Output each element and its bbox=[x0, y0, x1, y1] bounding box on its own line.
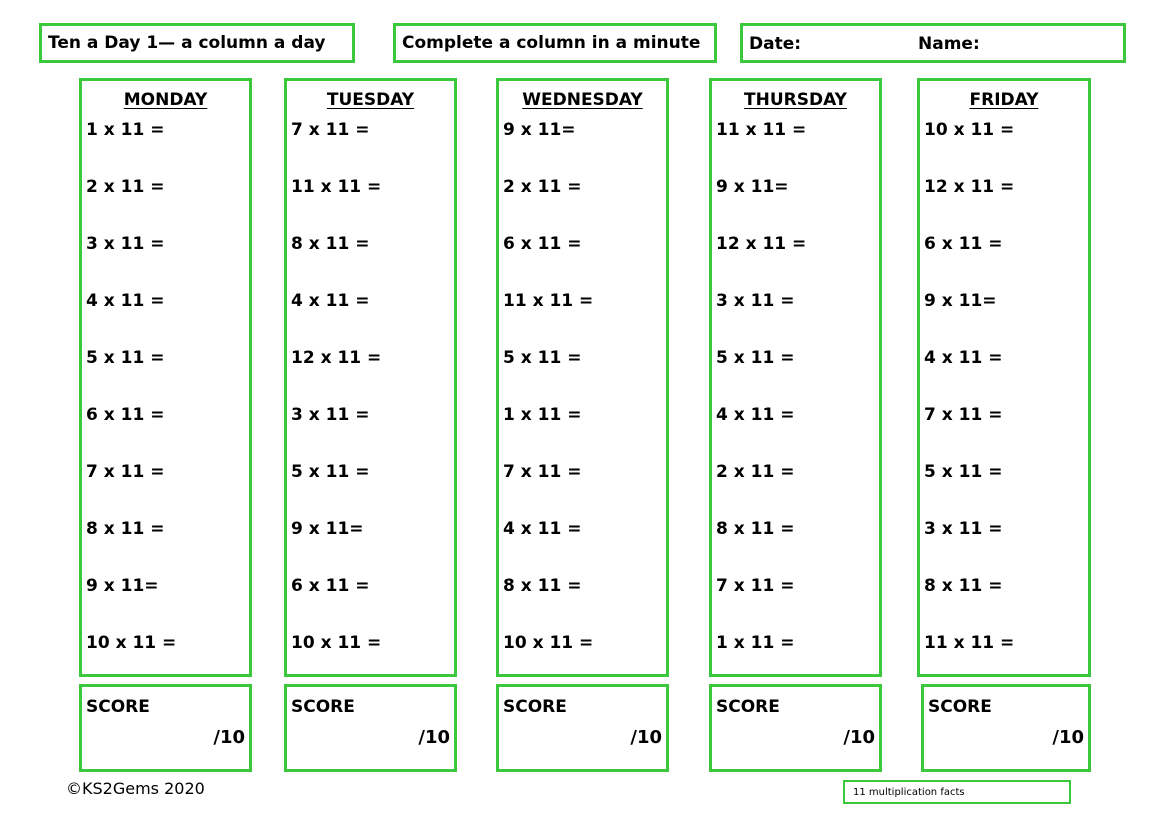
score-label: SCORE bbox=[503, 697, 567, 717]
score-out-of: /10 bbox=[630, 727, 662, 748]
question: 1 x 11 = bbox=[503, 405, 582, 425]
question: 5 x 11 = bbox=[503, 348, 582, 368]
question: 3 x 11 = bbox=[924, 519, 1003, 539]
day-heading-box: TUESDAY bbox=[287, 90, 454, 110]
question: 6 x 11 = bbox=[503, 234, 582, 254]
day-heading-box: FRIDAY bbox=[920, 90, 1088, 110]
question: 8 x 11 = bbox=[924, 576, 1003, 596]
copyright: ©KS2Gems 2020 bbox=[66, 779, 205, 798]
question: 2 x 11 = bbox=[86, 177, 165, 197]
date-label: Date: bbox=[749, 34, 802, 54]
question: 7 x 11 = bbox=[291, 120, 370, 140]
question: 11 x 11 = bbox=[503, 291, 594, 311]
question: 8 x 11 = bbox=[86, 519, 165, 539]
question: 3 x 11 = bbox=[291, 405, 370, 425]
question: 12 x 11 = bbox=[924, 177, 1015, 197]
score-box-friday: SCORE/10 bbox=[921, 684, 1091, 772]
column-monday: MONDAY 1 x 11 = 2 x 11 = 3 x 11 = 4 x 11 = 5 … bbox=[79, 78, 252, 677]
question: 9 x 11= bbox=[503, 120, 576, 140]
question: 11 x 11 = bbox=[924, 633, 1015, 653]
question: 12 x 11 = bbox=[716, 234, 807, 254]
question: 4 x 11 = bbox=[86, 291, 165, 311]
score-box-monday: SCORE/10 bbox=[79, 684, 252, 772]
score-out-of: /10 bbox=[843, 727, 875, 748]
question: 6 x 11 = bbox=[924, 234, 1003, 254]
score-label: SCORE bbox=[928, 697, 992, 717]
question: 3 x 11 = bbox=[716, 291, 795, 311]
score-label: SCORE bbox=[716, 697, 780, 717]
question: 9 x 11= bbox=[716, 177, 789, 197]
topic-label: 11 multiplication facts bbox=[853, 786, 965, 798]
question: 2 x 11 = bbox=[716, 462, 795, 482]
score-box-wednesday: SCORE/10 bbox=[496, 684, 669, 772]
day-heading-box: THURSDAY bbox=[712, 90, 879, 110]
question: 4 x 11 = bbox=[503, 519, 582, 539]
worksheet-title: Ten a Day 1— a column a day bbox=[48, 32, 326, 53]
instruction-text: Complete a column in a minute bbox=[402, 32, 701, 53]
question: 8 x 11 = bbox=[503, 576, 582, 596]
question: 12 x 11 = bbox=[291, 348, 382, 368]
question: 11 x 11 = bbox=[291, 177, 382, 197]
column-thursday: THURSDAY 11 x 11 = 9 x 11= 12 x 11 = 3 x 11 … bbox=[709, 78, 882, 677]
date-name-box: Date: Name: bbox=[740, 23, 1126, 63]
question: 5 x 11 = bbox=[291, 462, 370, 482]
day-heading: MONDAY bbox=[123, 90, 208, 110]
question: 4 x 11 = bbox=[716, 405, 795, 425]
question: 8 x 11 = bbox=[716, 519, 795, 539]
question: 7 x 11 = bbox=[924, 405, 1003, 425]
day-heading-box: MONDAY bbox=[82, 90, 249, 110]
score-label: SCORE bbox=[291, 697, 355, 717]
score-out-of: /10 bbox=[213, 727, 245, 748]
score-out-of: /10 bbox=[1052, 727, 1084, 748]
question: 1 x 11 = bbox=[716, 633, 795, 653]
score-box-thursday: SCORE/10 bbox=[709, 684, 882, 772]
day-heading: TUESDAY bbox=[326, 90, 415, 110]
question: 1 x 11 = bbox=[86, 120, 165, 140]
question: 7 x 11 = bbox=[716, 576, 795, 596]
question: 9 x 11= bbox=[291, 519, 364, 539]
question: 10 x 11 = bbox=[86, 633, 177, 653]
question: 10 x 11 = bbox=[291, 633, 382, 653]
day-heading: FRIDAY bbox=[969, 90, 1039, 110]
question: 5 x 11 = bbox=[716, 348, 795, 368]
question: 2 x 11 = bbox=[503, 177, 582, 197]
question: 10 x 11 = bbox=[503, 633, 594, 653]
question: 9 x 11= bbox=[924, 291, 997, 311]
question: 5 x 11 = bbox=[924, 462, 1003, 482]
instruction-box: Complete a column in a minute bbox=[393, 23, 717, 63]
question: 8 x 11 = bbox=[291, 234, 370, 254]
score-box-tuesday: SCORE/10 bbox=[284, 684, 457, 772]
question: 6 x 11 = bbox=[86, 405, 165, 425]
question: 4 x 11 = bbox=[291, 291, 370, 311]
name-label: Name: bbox=[918, 34, 980, 54]
question: 6 x 11 = bbox=[291, 576, 370, 596]
question: 7 x 11 = bbox=[503, 462, 582, 482]
worksheet-title-box: Ten a Day 1— a column a day bbox=[39, 23, 355, 63]
question: 4 x 11 = bbox=[924, 348, 1003, 368]
score-label: SCORE bbox=[86, 697, 150, 717]
topic-label-box: 11 multiplication facts bbox=[843, 780, 1071, 804]
question: 5 x 11 = bbox=[86, 348, 165, 368]
day-heading-box: WEDNESDAY bbox=[499, 90, 666, 110]
question: 9 x 11= bbox=[86, 576, 159, 596]
question: 3 x 11 = bbox=[86, 234, 165, 254]
column-wednesday: WEDNESDAY 9 x 11= 2 x 11 = 6 x 11 = 11 x 11 … bbox=[496, 78, 669, 677]
day-heading: WEDNESDAY bbox=[522, 90, 643, 110]
score-out-of: /10 bbox=[418, 727, 450, 748]
question: 11 x 11 = bbox=[716, 120, 807, 140]
question: 7 x 11 = bbox=[86, 462, 165, 482]
column-friday: FRIDAY 10 x 11 = 12 x 11 = 6 x 11 = 9 x 11= 4… bbox=[917, 78, 1091, 677]
question: 10 x 11 = bbox=[924, 120, 1015, 140]
day-heading: THURSDAY bbox=[744, 90, 847, 110]
column-tuesday: TUESDAY 7 x 11 = 11 x 11 = 8 x 11 = 4 x 11 =… bbox=[284, 78, 457, 677]
